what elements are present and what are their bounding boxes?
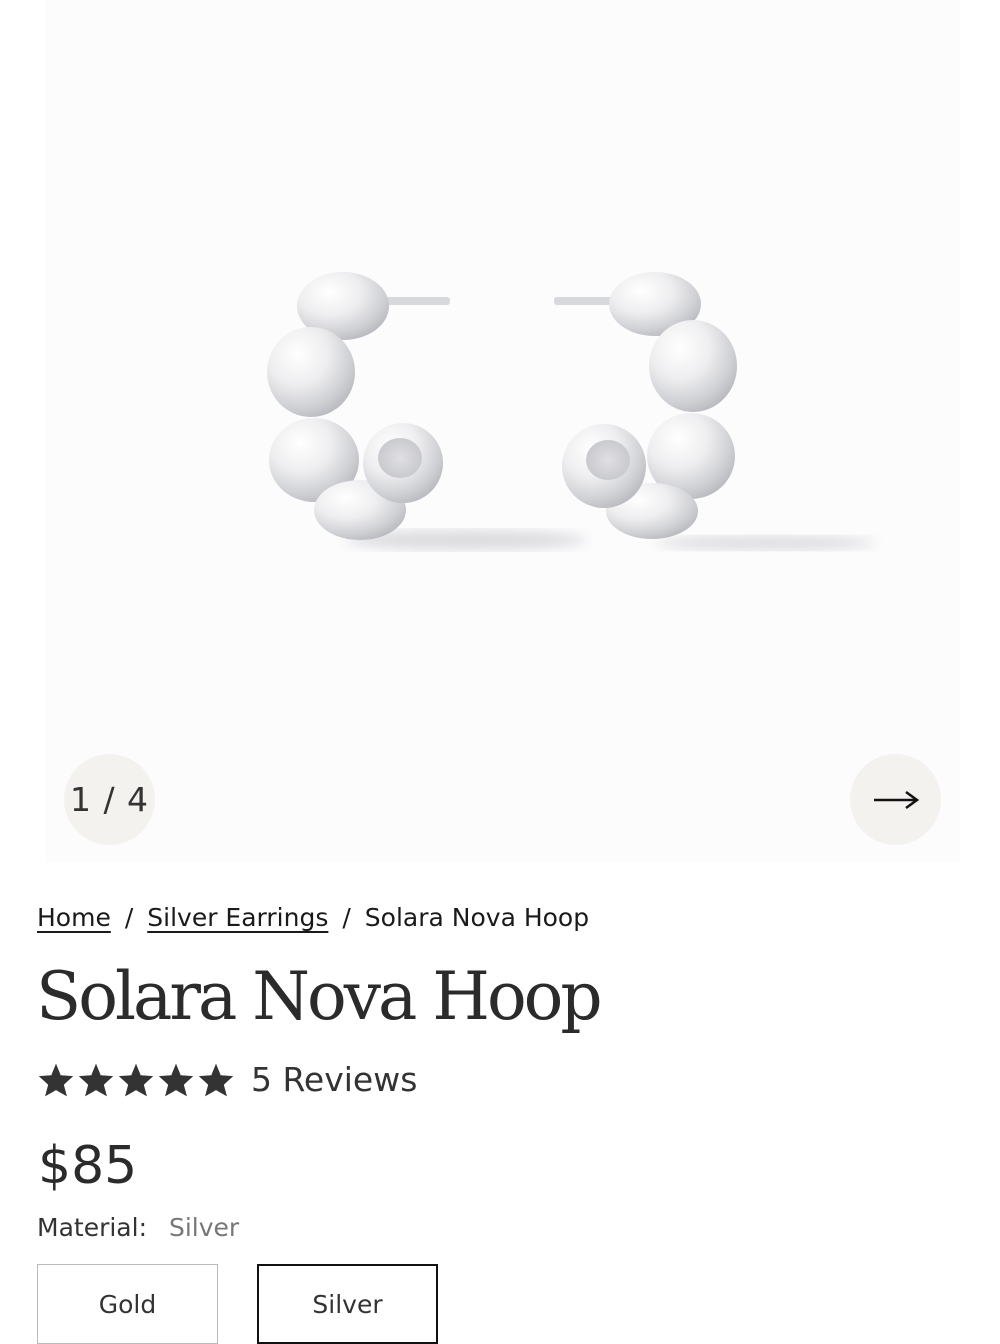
product-rating[interactable]: 5 Reviews [37, 1060, 417, 1099]
breadcrumb-home-link[interactable]: Home [37, 903, 111, 932]
star-icon [38, 1063, 74, 1096]
material-option-gold[interactable]: Gold [37, 1264, 218, 1344]
product-gallery: 1 / 4 [46, 0, 960, 862]
arrow-right-icon [873, 790, 919, 809]
material-selector-label: Material: Silver [37, 1213, 239, 1242]
image-counter: 1 / 4 [64, 754, 155, 845]
breadcrumb: Home / Silver Earrings / Solara Nova Hoo… [37, 903, 589, 932]
star-icon [198, 1063, 234, 1096]
product-price: $85 [38, 1136, 138, 1196]
star-icon [158, 1063, 194, 1096]
breadcrumb-current: Solara Nova Hoop [364, 903, 590, 932]
star-icon [78, 1063, 114, 1096]
product-title: Solara Nova Hoop [36, 958, 603, 1035]
material-label: Material: [37, 1213, 147, 1242]
star-rating [37, 1062, 235, 1098]
next-image-button[interactable] [850, 754, 941, 845]
material-option-silver[interactable]: Silver [257, 1264, 438, 1344]
material-value: Silver [168, 1213, 240, 1242]
reviews-link[interactable]: 5 Reviews [251, 1060, 417, 1099]
star-icon [118, 1063, 154, 1096]
product-image [267, 272, 876, 550]
breadcrumb-separator: / [342, 903, 351, 932]
breadcrumb-separator: / [124, 903, 134, 932]
breadcrumb-category-link[interactable]: Silver Earrings [147, 903, 328, 932]
